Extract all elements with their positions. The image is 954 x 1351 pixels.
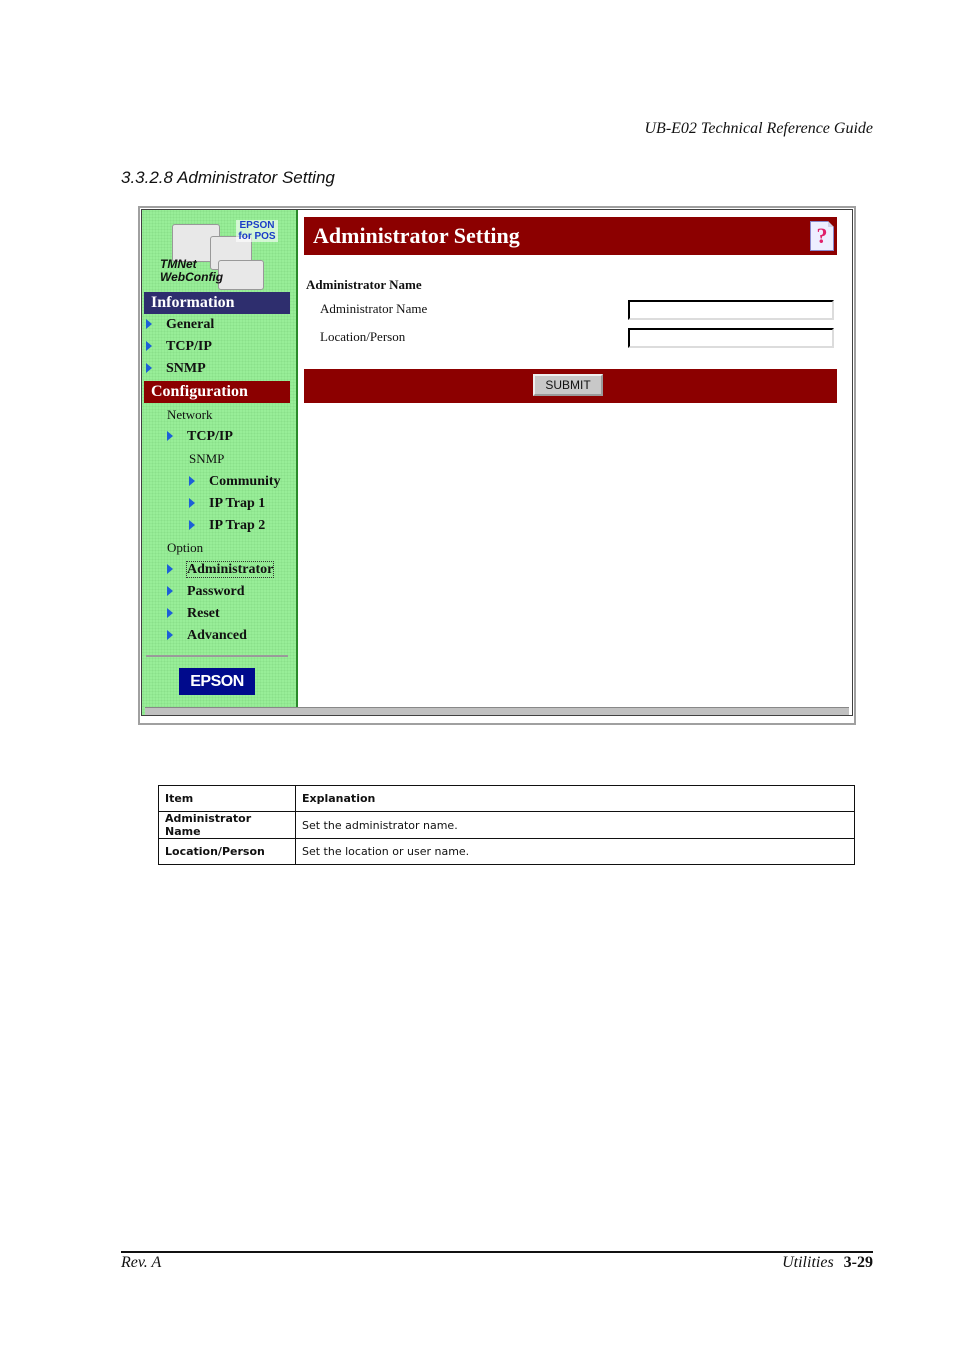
nav-config-ip-trap-1[interactable]: IP Trap 1 <box>189 496 265 512</box>
sidebar: EPSON for POS TMNet WebConfig Informatio… <box>142 210 298 715</box>
arrow-icon <box>167 586 173 596</box>
table-row: Location/Person Set the location or user… <box>158 838 855 865</box>
administrator-name-group-label: Administrator Name <box>306 277 422 292</box>
arrow-icon <box>189 498 195 508</box>
epson-for-pos-label: EPSON for POS <box>236 220 278 242</box>
arrow-icon <box>167 630 173 640</box>
nav-config-reset[interactable]: Reset <box>167 606 220 622</box>
browser-status-bar <box>145 707 849 715</box>
location-person-label: Location/Person <box>320 329 406 344</box>
tmnet-webconfig-label: TMNet WebConfig <box>160 257 224 284</box>
arrow-icon <box>167 431 173 441</box>
nav-config-administrator[interactable]: Administrator <box>167 561 275 578</box>
footer-page-info: Utilities 3-29 <box>600 1254 873 1272</box>
nav-config-password[interactable]: Password <box>167 584 245 600</box>
footer-rule <box>121 1251 873 1253</box>
table-cell-item: Location/Person <box>158 838 296 865</box>
table-header-cell: Explanation <box>295 785 855 812</box>
nav-config-advanced[interactable]: Advanced <box>167 628 247 644</box>
submit-button[interactable]: SUBMIT <box>533 374 603 396</box>
help-icon[interactable]: ? <box>810 221 834 251</box>
epson-logo[interactable]: EPSON <box>179 668 255 695</box>
footer-section: Utilities <box>782 1254 834 1271</box>
table-cell-explanation: Set the location or user name. <box>295 838 855 865</box>
network-label: Network <box>167 407 213 422</box>
tmnet-webconfig-logo: EPSON for POS TMNet WebConfig <box>158 216 278 290</box>
nav-config-community[interactable]: Community <box>189 474 281 490</box>
nav-config-tcpip[interactable]: TCP/IP <box>167 429 233 445</box>
footer-revision: Rev. A <box>121 1254 162 1271</box>
sidebar-divider <box>146 655 288 657</box>
arrow-icon <box>146 363 152 373</box>
arrow-icon <box>189 520 195 530</box>
arrow-icon <box>167 608 173 618</box>
nav-info-snmp[interactable]: SNMP <box>146 361 206 377</box>
table-cell-explanation: Set the administrator name. <box>295 811 855 839</box>
browser-screenshot: EPSON for POS TMNet WebConfig Informatio… <box>138 206 856 725</box>
configuration-heading: Configuration <box>144 381 290 403</box>
arrow-icon <box>146 319 152 329</box>
explanation-table: Item Explanation Administrator Name Set … <box>158 785 855 865</box>
administrator-name-input[interactable] <box>628 300 834 320</box>
table-header-row: Item Explanation <box>158 785 855 812</box>
snmp-label: SNMP <box>189 451 225 466</box>
table-cell-item: Administrator Name <box>158 811 296 839</box>
option-label: Option <box>167 540 204 555</box>
arrow-icon <box>146 341 152 351</box>
footer-page-number: 3-29 <box>843 1254 873 1271</box>
submit-bar: SUBMIT <box>304 369 837 403</box>
arrow-icon <box>189 476 195 486</box>
page-title: Administrator Setting <box>313 223 520 248</box>
section-title: 3.3.2.8 Administrator Setting <box>121 168 335 187</box>
document-header-title: UB-E02 Technical Reference Guide <box>644 120 873 137</box>
main-content: Administrator Setting ? Administrator Na… <box>298 210 852 715</box>
arrow-icon <box>167 564 173 574</box>
location-person-input[interactable] <box>628 328 834 348</box>
administrator-name-label: Administrator Name <box>320 301 428 316</box>
nav-info-tcpip[interactable]: TCP/IP <box>146 339 212 355</box>
page-title-bar: Administrator Setting ? <box>304 217 837 255</box>
information-heading: Information <box>144 292 290 314</box>
nav-config-ip-trap-2[interactable]: IP Trap 2 <box>189 518 265 534</box>
table-header-cell: Item <box>158 785 296 812</box>
table-row: Administrator Name Set the administrator… <box>158 811 855 839</box>
nav-info-general[interactable]: General <box>146 317 214 333</box>
